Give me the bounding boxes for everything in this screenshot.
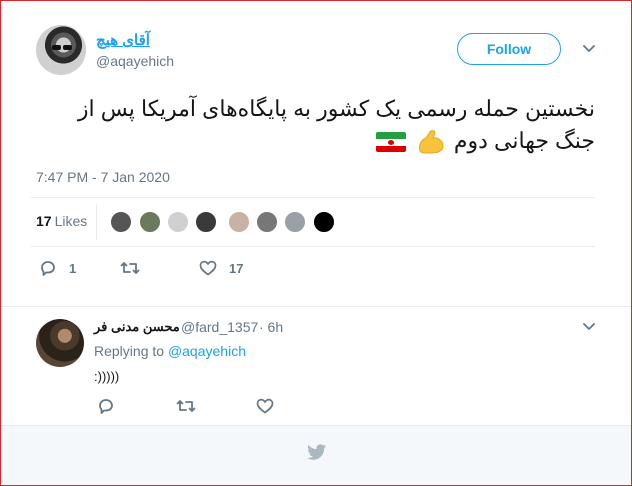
reply-reply-action[interactable] [97, 398, 115, 415]
retweet-action[interactable] [120, 260, 152, 276]
liker-avatar[interactable] [255, 210, 279, 234]
heart-icon [199, 260, 217, 276]
heart-icon [256, 398, 274, 414]
like-action[interactable]: 17 [199, 260, 243, 276]
reply-time[interactable]: · 6h [259, 319, 283, 335]
flexed-biceps-icon [416, 129, 446, 155]
retweet-icon [120, 260, 140, 276]
reply-count: 1 [69, 261, 77, 276]
divider [31, 197, 595, 198]
chevron-down-icon[interactable] [583, 323, 595, 333]
author-name[interactable]: آقای هیچ [96, 31, 150, 49]
replying-to-prefix: Replying to [94, 343, 165, 359]
divider [31, 246, 595, 247]
tweet-text-line-2-text: جنگ جهانی دوم [453, 128, 595, 153]
like-count: 17 [229, 260, 244, 276]
tweet-text-line-1: نخستین حمله رسمی یک کشور به پایگاه‌های آ… [77, 96, 595, 121]
replying-to: Replying to @aqayehich [94, 343, 246, 359]
reply-icon [97, 398, 115, 415]
liker-avatar[interactable] [166, 210, 190, 234]
tweet-timestamp[interactable]: 7:47 PM - 7 Jan 2020 [36, 169, 170, 185]
chevron-down-icon[interactable] [583, 45, 595, 55]
tweet-embed-frame: آقای هیچ @aqayehich Follow نخستین حمله ر… [0, 0, 632, 486]
reply-action[interactable]: 1 [39, 260, 76, 277]
twitter-bird-icon[interactable] [307, 444, 327, 466]
author-avatar[interactable] [36, 25, 86, 75]
replying-to-link[interactable]: @aqayehich [168, 343, 246, 359]
likes-label: Likes [54, 213, 88, 229]
retweet-icon [176, 398, 196, 414]
tweet-text: نخستین حمله رسمی یک کشور به پایگاه‌های آ… [31, 93, 595, 157]
likes-count: 17 [36, 213, 52, 229]
liker-avatar[interactable] [227, 210, 251, 234]
reply-author-handle[interactable]: @fard_1357 [181, 319, 258, 335]
divider-vertical [96, 204, 97, 240]
follow-button[interactable]: Follow [457, 33, 561, 65]
likes-summary[interactable]: 17 Likes [36, 213, 87, 229]
liker-avatar[interactable] [109, 210, 133, 234]
reply-author-avatar[interactable] [36, 319, 84, 367]
liker-avatar[interactable] [138, 210, 162, 234]
reply-icon [39, 260, 57, 277]
reply-retweet-action[interactable] [176, 398, 196, 414]
reply-like-action[interactable] [256, 398, 274, 414]
author-handle[interactable]: @aqayehich [96, 53, 174, 69]
liker-avatar[interactable] [283, 210, 307, 234]
liker-avatar[interactable] [312, 210, 336, 234]
tweet-text-line-2: جنگ جهانی دوم [31, 125, 595, 157]
liker-avatar[interactable] [194, 210, 218, 234]
reply-author-name[interactable]: محسن مدنی فر [94, 319, 180, 335]
reply-text: :))))) [94, 369, 120, 384]
iran-flag-icon [375, 132, 406, 153]
